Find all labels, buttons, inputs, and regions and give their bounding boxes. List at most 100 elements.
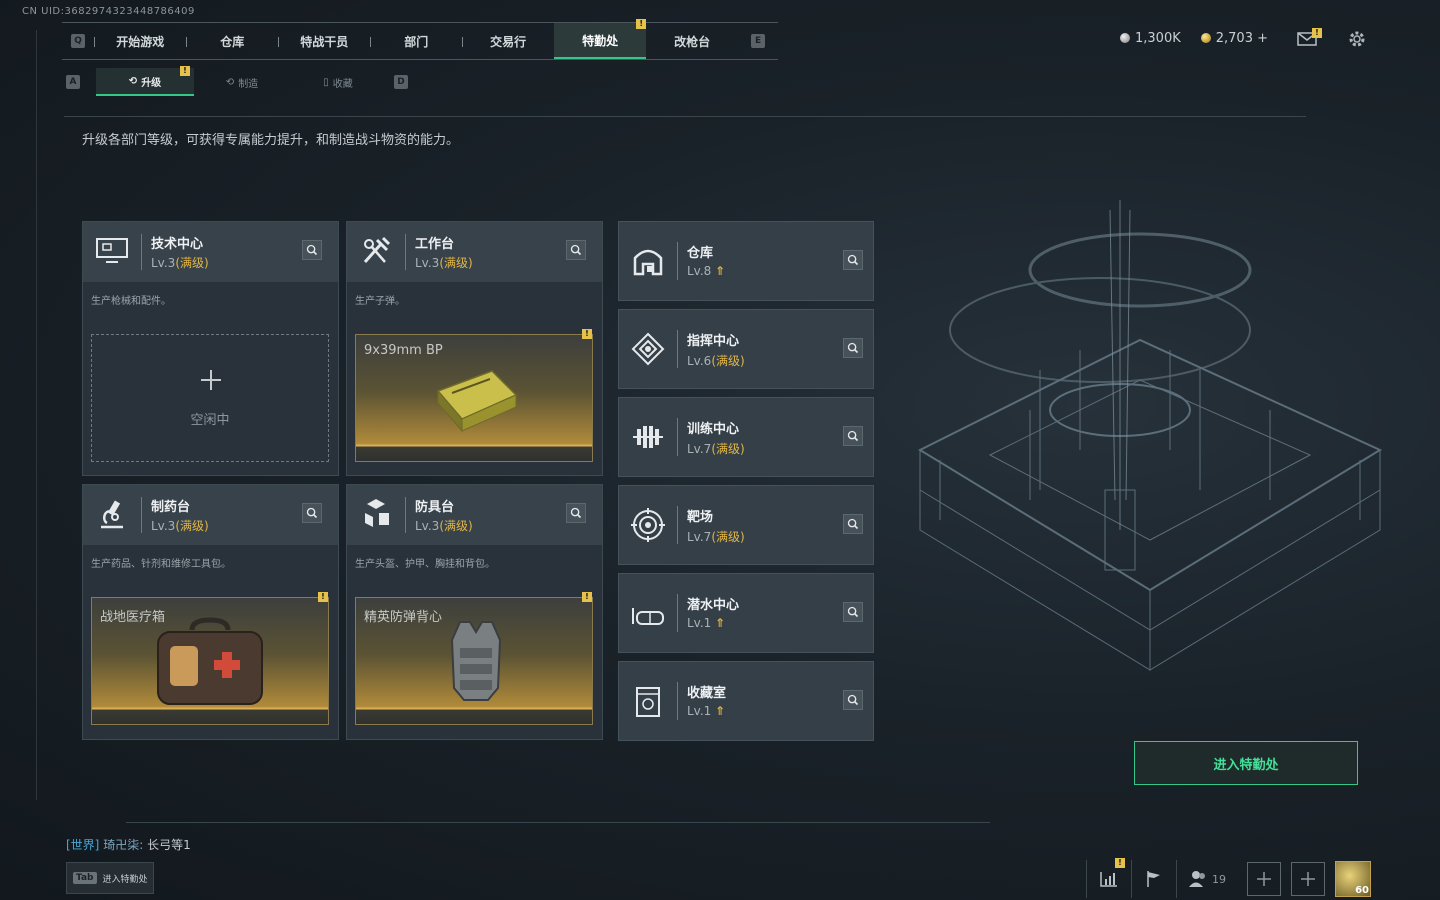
add-slot-button[interactable] [1247, 862, 1281, 896]
tab-operators[interactable]: 特战干员 [278, 23, 370, 59]
facility-level: Lv.7(满级) [687, 528, 745, 545]
max-level-tag: (满级) [711, 442, 745, 456]
header-divider [677, 330, 678, 368]
production-slot[interactable]: 战地医疗箱 ! [91, 592, 329, 725]
craft-icon: ⟲ [225, 76, 235, 88]
gold-currency[interactable]: 2,703 + [1200, 31, 1268, 46]
tab-trade[interactable]: 交易行 [462, 23, 554, 59]
search-icon[interactable] [843, 426, 863, 446]
chat-channel: [世界] [66, 838, 100, 852]
upgrade-icon: ⟲ [128, 75, 138, 87]
header-divider [677, 506, 678, 544]
facility-level: Lv.6(满级) [687, 352, 745, 369]
subtab-next-key[interactable]: D [394, 75, 408, 89]
subtab-right-key-wrap: D [386, 75, 416, 89]
search-icon[interactable] [843, 690, 863, 710]
mail-alert-badge: ! [1312, 28, 1322, 38]
max-level-tag: (满级) [175, 519, 209, 533]
search-icon[interactable] [566, 240, 586, 260]
warehouse-icon [633, 249, 663, 276]
search-icon[interactable] [566, 503, 586, 523]
alert-badge: ! [636, 19, 647, 29]
page-description: 升级各部门等级，可获得专属能力提升，和制造战斗物资的能力。 [82, 133, 460, 148]
tab-gunsmith[interactable]: 改枪台 [646, 23, 738, 59]
facility-title: 潜水中心 [687, 598, 740, 613]
subtab-prev-key[interactable]: A [66, 75, 80, 89]
card-level: Lv.3(满级) [151, 254, 209, 271]
facility-collection-room[interactable]: 收藏室 Lv.1 ⇑ [618, 661, 874, 741]
tab-label: 开始游戏 [116, 34, 165, 49]
bar-chart-icon [1100, 872, 1117, 887]
target-icon [631, 508, 665, 542]
tab-shortcut-hint[interactable]: Tab 进入特勤处 [66, 862, 154, 894]
nav-next-key[interactable]: E [751, 34, 766, 48]
dept-card-tech-center[interactable]: 技术中心 Lv.3(满级) 生产枪械和配件。 空闲中 [82, 221, 339, 476]
max-level-tag: (满级) [175, 256, 209, 270]
card-level: Lv.3(满级) [151, 517, 209, 534]
tab-warehouse[interactable]: 仓库 [186, 23, 278, 59]
card-description: 生产头盔、护甲、胸挂和背包。 [355, 559, 495, 570]
facility-title: 收藏室 [687, 686, 727, 701]
search-icon[interactable] [843, 514, 863, 534]
frame-line-left [36, 30, 37, 800]
tab-label: 改枪台 [674, 34, 711, 49]
production-slot[interactable]: 精英防弹背心 ! [355, 592, 593, 725]
tab-hint-label: 进入特勤处 [102, 874, 148, 885]
header-divider [677, 418, 678, 456]
tab-separator [370, 37, 372, 47]
tab-special-ops[interactable]: 特勤处! [554, 19, 647, 59]
level-value: Lv.7 [687, 442, 712, 456]
silver-currency[interactable]: 1,300K [1120, 31, 1181, 46]
ammo-box-icon [436, 370, 518, 433]
card-title: 技术中心 [151, 237, 204, 252]
production-slot[interactable]: 9x39mm BP ! [355, 329, 593, 462]
player-uid: CN UID:3682974323448786409 [22, 6, 195, 17]
dept-card-armor-bench[interactable]: 防具台 Lv.3(满级) 生产头盔、护甲、胸挂和背包。 精英防弹背心 ! [346, 484, 603, 740]
card-description: 生产枪械和配件。 [91, 296, 171, 307]
alert-badge: ! [1115, 858, 1125, 868]
subtab-upgrade[interactable]: ⟲ 升级 ! [96, 66, 194, 96]
chat-line[interactable]: [世界] 琦卍柒: 长弓等1 [66, 836, 191, 853]
friends-icon [1189, 871, 1205, 887]
subtab-label: 升级 [141, 77, 162, 89]
tab-start-game[interactable]: 开始游戏 [94, 23, 186, 59]
facility-title: 仓库 [687, 246, 714, 261]
tab-separator [462, 37, 464, 47]
subtab-collection[interactable]: ▯ 收藏 [290, 69, 386, 95]
search-icon[interactable] [843, 602, 863, 622]
facility-command-center[interactable]: 指挥中心 Lv.6(满级) [618, 309, 874, 389]
tab-label: 交易行 [490, 34, 527, 49]
search-icon[interactable] [843, 250, 863, 270]
plus-icon [1257, 872, 1271, 886]
facility-diving-center[interactable]: 潜水中心 Lv.1 ⇑ [618, 573, 874, 653]
facility-training-center[interactable]: 训练中心 Lv.7(满级) [618, 397, 874, 477]
upgrade-available-icon: ⇑ [715, 704, 726, 718]
facility-shooting-range[interactable]: 靶场 Lv.7(满级) [618, 485, 874, 565]
facility-level: Lv.8 ⇑ [687, 264, 725, 278]
friends-count: 19 [1212, 872, 1226, 886]
search-icon[interactable] [302, 503, 322, 523]
player-avatar[interactable]: 60 [1335, 861, 1371, 897]
slot-idle-text: 空闲中 [190, 413, 230, 428]
dept-card-workbench[interactable]: 工作台 Lv.3(满级) 生产子弹。 9x39mm BP ! [346, 221, 603, 476]
card-level: Lv.3(满级) [415, 517, 473, 534]
dumbbell-icon [633, 426, 663, 448]
tab-department[interactable]: 部门 [370, 23, 462, 59]
stats-button[interactable]: ! [1086, 858, 1131, 898]
dept-card-pharmacy[interactable]: 制药台 Lv.3(满级) 生产药品、针剂和维修工具包。 战地医疗箱 ! [82, 484, 339, 740]
header-divider [677, 594, 678, 632]
friends-button[interactable]: 19 [1176, 860, 1237, 898]
tab-label: 部门 [404, 34, 429, 49]
search-icon[interactable] [302, 240, 322, 260]
facility-warehouse[interactable]: 仓库 Lv.8 ⇑ [618, 221, 874, 301]
card-level: Lv.3(满级) [415, 254, 473, 271]
flag-button[interactable] [1131, 860, 1176, 898]
production-slot-empty[interactable]: 空闲中 [91, 334, 329, 462]
nav-prev-key[interactable]: Q [71, 34, 86, 48]
subtab-craft[interactable]: ⟲ 制造 [194, 69, 290, 95]
enter-special-ops-button[interactable]: 进入特勤处 [1134, 741, 1358, 785]
gear-icon[interactable] [1346, 28, 1368, 50]
chat-user: 琦卍柒: [103, 838, 144, 852]
add-slot-button[interactable] [1291, 862, 1325, 896]
search-icon[interactable] [843, 338, 863, 358]
